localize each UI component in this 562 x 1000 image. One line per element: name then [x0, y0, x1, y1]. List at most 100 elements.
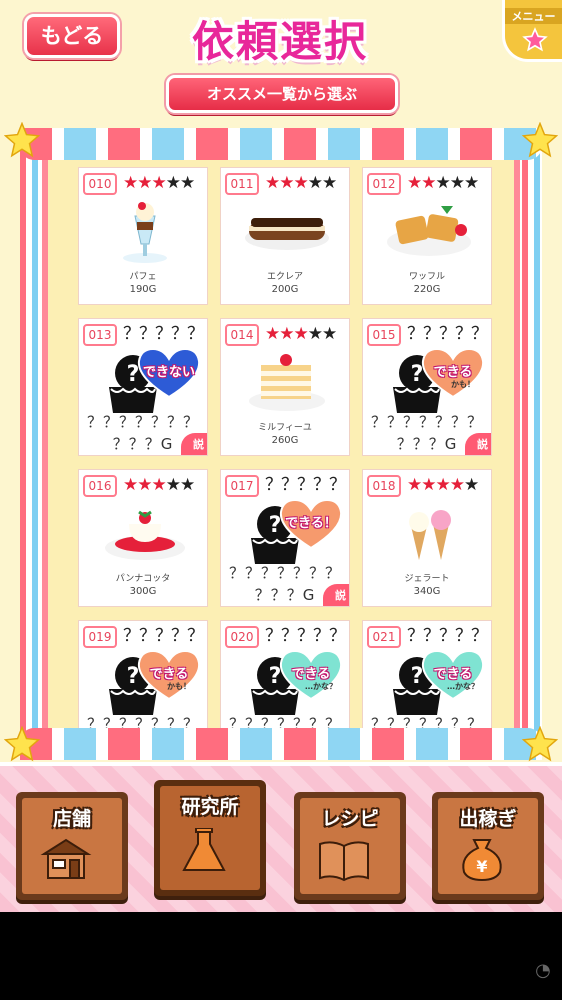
request-number: 019: [83, 626, 117, 648]
waffle-icon: [387, 206, 471, 256]
eclair-icon: [245, 218, 329, 250]
difficulty-stars: ★★★★★: [265, 323, 337, 345]
request-number: 013: [83, 324, 117, 346]
unknown-dessert-name: ？？？？？？？: [86, 413, 199, 431]
request-card[interactable]: 016 ★★★★★ パンナコッタ 300G: [78, 469, 208, 607]
dessert-price: 220G: [413, 284, 441, 295]
lab-button[interactable]: 研究所: [154, 780, 266, 896]
feasibility-sublabel: …かな？: [305, 682, 337, 691]
difficulty-stars: ★★★★★: [265, 172, 337, 194]
difficulty-stars: ★★★★★: [407, 474, 479, 496]
feasibility-label: できる: [433, 667, 473, 682]
feasibility-label: できる！: [285, 516, 337, 531]
star-icon: ★: [293, 173, 309, 193]
star-icon: ★: [435, 475, 451, 495]
star-icon: ★: [151, 475, 167, 495]
request-number: 010: [83, 173, 117, 195]
feasibility-sublabel: かも！: [167, 682, 191, 691]
dessert-name: パンナコッタ: [115, 574, 171, 584]
request-number: 018: [367, 475, 401, 497]
request-card[interactable]: 013？？？？？? できない？？？？？？？ ？？？G 説: [78, 318, 208, 456]
watermark-icon: ◔: [535, 960, 551, 981]
star-icon: ★: [307, 173, 323, 193]
unknown-dessert-name: ？？？？？？？: [228, 564, 341, 582]
work-label: 出稼ぎ: [459, 808, 517, 830]
star-icon: ★: [407, 173, 422, 193]
dessert-price: 190G: [129, 284, 157, 295]
request-card[interactable]: 019？？？？？?できるかも！？？？？？？？？？？G説: [78, 620, 208, 734]
top-bar: もどる 依頼選択 メニュー オススメ一覧から選ぶ: [0, 0, 562, 130]
star-icon: ★: [464, 173, 479, 193]
request-card[interactable]: 020？？？？？?できる…かな？？？？？？？？？？？G説: [220, 620, 350, 734]
request-card[interactable]: 018 ★★★★★ ジェラート 340G: [362, 469, 492, 607]
corner-star-icon: [4, 726, 40, 762]
request-card[interactable]: 012 ★★★★★ ワッフル 220G: [362, 167, 492, 305]
recommend-list-button[interactable]: オススメ一覧から選ぶ: [166, 75, 398, 113]
request-card[interactable]: 014 ★★★★★ ミルフィーユ 260G: [220, 318, 350, 456]
request-card[interactable]: 017？？？？？? できる！？？？？？？？ ？？？G 説: [220, 469, 350, 607]
star-icon: ★: [137, 475, 152, 495]
corner-star-icon: [522, 122, 558, 158]
millefeuille-icon: [249, 354, 325, 411]
star-icon: ★: [180, 475, 195, 495]
difficulty-stars: ？？？？？: [265, 475, 346, 495]
shop-button[interactable]: 店舗: [16, 792, 128, 900]
request-number: 020: [225, 626, 259, 648]
recipe-button[interactable]: レシピ: [294, 792, 406, 900]
corner-star-icon: [522, 726, 558, 762]
star-icon: ★: [293, 324, 309, 344]
difficulty-stars: ★★★★★: [123, 172, 195, 194]
request-number: 011: [225, 173, 259, 195]
hint-badge[interactable]: 説: [181, 433, 207, 455]
parfait-icon: [123, 202, 167, 263]
star-icon: [522, 27, 548, 52]
star-icon: ★: [279, 173, 294, 193]
feasibility-sublabel: …かな？: [447, 682, 479, 691]
page-title: 依頼選択: [191, 17, 368, 66]
shop-label: 店舗: [52, 808, 91, 830]
dessert-name: エクレア: [266, 272, 303, 282]
pannacotta-icon: [105, 510, 185, 560]
request-number: 014: [225, 324, 259, 346]
star-icon: ★: [421, 475, 436, 495]
lab-label: 研究所: [181, 796, 239, 818]
star-icon: ★: [307, 324, 323, 344]
unknown-dessert-name: ？？？？？？？: [370, 413, 483, 431]
feasibility-sublabel: かも！: [451, 380, 475, 389]
star-icon: ★: [421, 173, 436, 193]
star-icon: ★: [137, 173, 152, 193]
bottom-navigation: 店舗 研究所 レシピ 出稼ぎ ¥: [0, 762, 562, 912]
star-icon: ★: [407, 475, 422, 495]
request-card[interactable]: 010 ★★★★★ パフェ 190G: [78, 167, 208, 305]
star-icon: ★: [123, 475, 138, 495]
feasibility-label: できない: [142, 365, 195, 380]
work-button[interactable]: 出稼ぎ ¥: [432, 792, 544, 900]
request-card[interactable]: 011 ★★★★★ エクレア 200G: [220, 167, 350, 305]
difficulty-stars: ？？？？？: [265, 626, 346, 646]
difficulty-stars: ★★★★★: [407, 172, 479, 194]
dessert-price: 260G: [271, 435, 299, 446]
request-board[interactable]: 010 ★★★★★ パフェ 190G 011 ★★★★★ エクレア 200G 012 ★★★★★ ワ…: [42, 150, 520, 740]
difficulty-stars: ★★★★★: [123, 474, 195, 496]
feasibility-label: できる: [149, 667, 189, 682]
request-card[interactable]: 021？？？？？?できる…かな？？？？？？？？？？？G説: [362, 620, 492, 734]
yen-symbol: ¥: [476, 857, 487, 876]
request-number: 012: [367, 173, 401, 195]
star-icon: ★: [180, 173, 195, 193]
dessert-name: ワッフル: [408, 272, 445, 282]
star-icon: ★: [151, 173, 167, 193]
star-icon: ★: [322, 173, 337, 193]
star-icon: ★: [265, 173, 280, 193]
hint-badge[interactable]: 説: [323, 584, 349, 606]
request-number: 017: [225, 475, 259, 497]
star-icon: ★: [449, 475, 465, 495]
difficulty-stars: ？？？？？: [123, 626, 204, 646]
request-card[interactable]: 015？？？？？? できる かも！？？？？？？？ ？？？G 説: [362, 318, 492, 456]
back-button[interactable]: もどる: [24, 14, 120, 58]
request-number: 021: [367, 626, 401, 648]
star-icon: ★: [279, 324, 294, 344]
menu-button[interactable]: メニュー: [502, 0, 562, 62]
star-icon: ★: [165, 475, 181, 495]
hint-badge[interactable]: 説: [465, 433, 491, 455]
book-icon: [319, 841, 369, 882]
